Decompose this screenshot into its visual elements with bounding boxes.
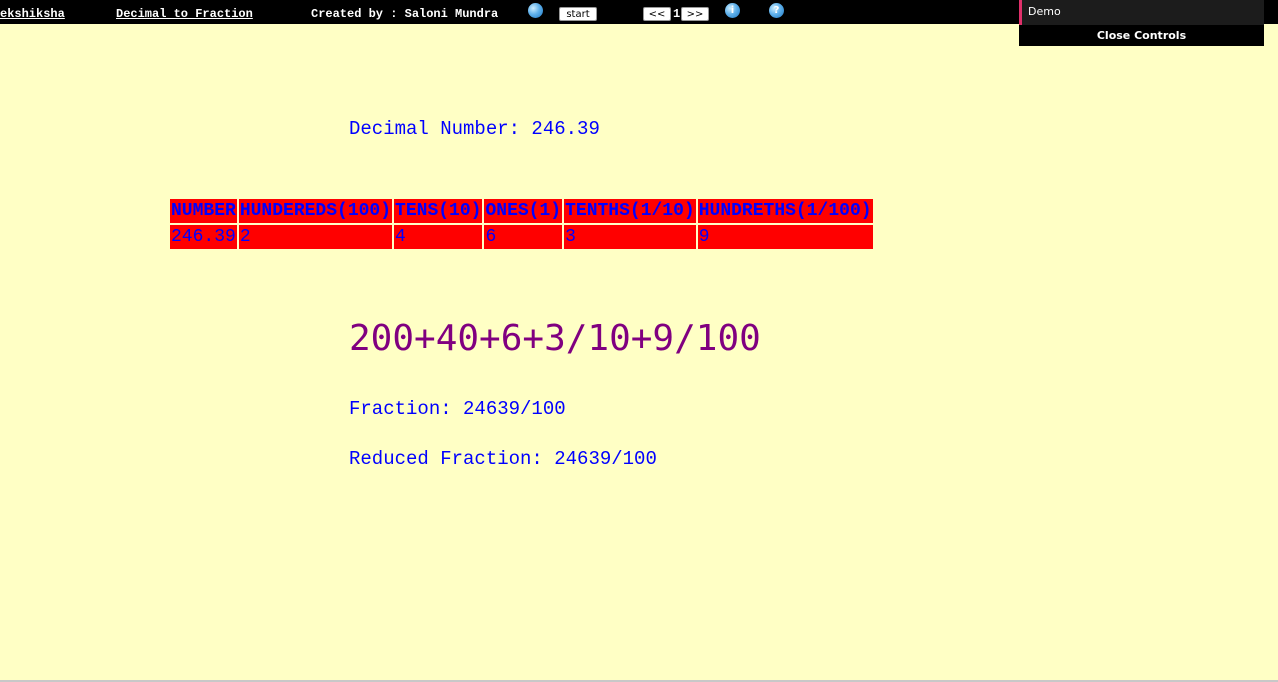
table-header-cell: HUNDRETHS(1/100) — [697, 199, 873, 223]
table-cell: 6 — [484, 225, 563, 249]
table-row: 246.39 2 4 6 3 9 — [170, 225, 873, 249]
table-header-cell: ONES(1) — [484, 199, 563, 223]
page-number: 1 — [673, 7, 681, 21]
creator-credit: Created by : Saloni Mundra — [311, 7, 499, 21]
table-header-cell: TENTHS(1/10) — [564, 199, 696, 223]
next-page-button[interactable]: >> — [681, 7, 709, 21]
table-header-cell: NUMBER — [170, 199, 237, 223]
fraction-label: Fraction: 24639/100 — [349, 398, 566, 420]
globe-icon[interactable] — [528, 3, 543, 18]
controls-panel: Demo Close Controls — [1019, 0, 1264, 46]
brand-link[interactable]: ekshiksha — [0, 7, 65, 21]
table-cell: 4 — [394, 225, 483, 249]
demo-menu-item[interactable]: Demo — [1019, 0, 1264, 25]
help-icon[interactable]: ? — [769, 3, 784, 18]
decimal-number-label: Decimal Number: 246.39 — [349, 118, 600, 140]
start-button[interactable]: start — [559, 7, 597, 21]
table-cell: 3 — [564, 225, 696, 249]
table-cell: 246.39 — [170, 225, 237, 249]
table-header-row: NUMBER HUNDEREDS(100) TENS(10) ONES(1) T… — [170, 199, 873, 223]
table-cell: 9 — [697, 225, 873, 249]
place-value-table: NUMBER HUNDEREDS(100) TENS(10) ONES(1) T… — [168, 197, 875, 251]
table-header-cell: HUNDEREDS(100) — [238, 199, 393, 223]
info-icon[interactable]: i — [725, 3, 740, 18]
table-cell: 2 — [238, 225, 393, 249]
reduced-fraction-label: Reduced Fraction: 24639/100 — [349, 448, 657, 470]
info-icon-glyph: i — [730, 5, 735, 16]
help-icon-glyph: ? — [773, 5, 780, 16]
table-header-cell: TENS(10) — [394, 199, 483, 223]
close-controls-button[interactable]: Close Controls — [1019, 28, 1264, 44]
prev-page-button[interactable]: << — [643, 7, 671, 21]
expanded-form: 200+40+6+3/10+9/100 — [349, 318, 761, 359]
lesson-title-link[interactable]: Decimal to Fraction — [116, 7, 253, 21]
